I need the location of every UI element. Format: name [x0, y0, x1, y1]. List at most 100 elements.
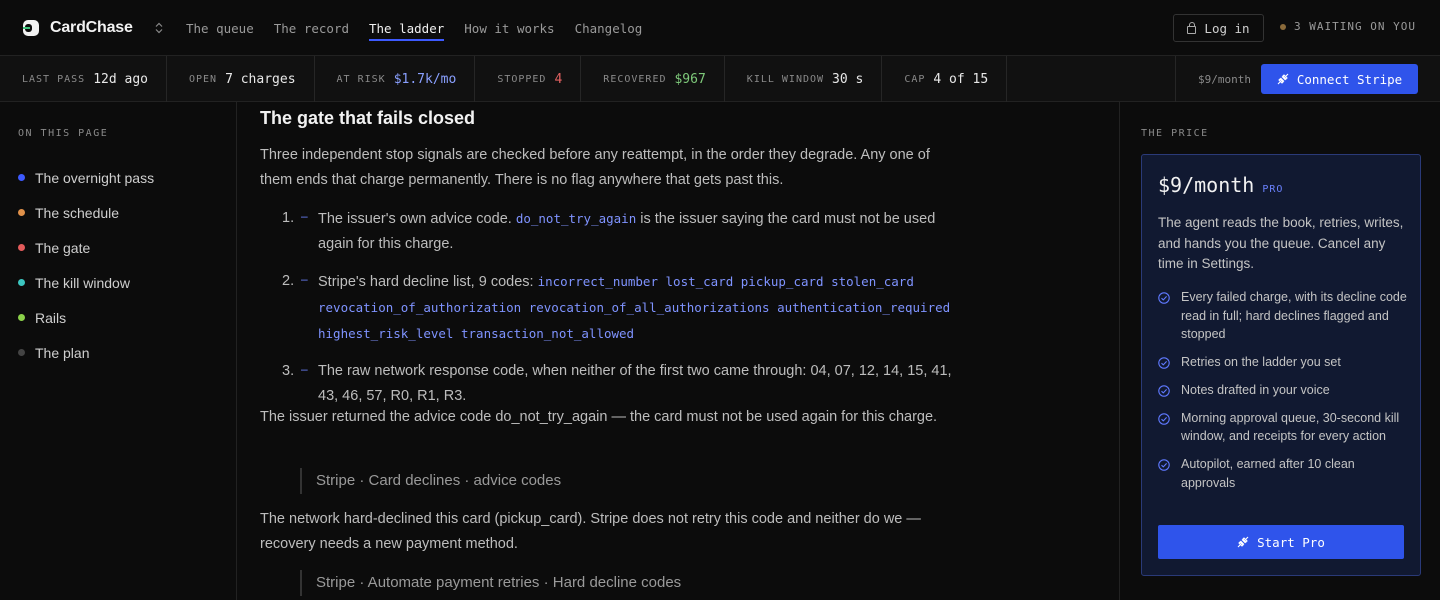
toc-dot-icon — [18, 244, 25, 251]
brand[interactable]: CardChase — [22, 16, 163, 40]
nav-link-how-it-works[interactable]: How it works — [464, 0, 554, 56]
stat-label: STOPPED — [497, 73, 547, 85]
stat-label: AT RISK — [336, 73, 386, 85]
list-item: 1. – The issuer's own advice code. do_no… — [260, 206, 960, 257]
toc-item-label: The gate — [35, 239, 91, 256]
list-text: Stripe's hard decline list, 9 codes: — [318, 274, 538, 290]
cardchase-logo-icon — [22, 19, 40, 37]
stat-label: KILL WINDOW — [746, 73, 825, 85]
stat-cap: CAP 4 of 15 — [882, 56, 1008, 102]
tier-badge: PRO — [1262, 184, 1284, 195]
toc-sidebar: ON THIS PAGE The overnight pass The sche… — [0, 102, 237, 600]
toc-item-plan[interactable]: The plan — [18, 335, 154, 370]
stat-value: 12d ago — [93, 71, 148, 87]
list-number: 2. — [282, 273, 295, 289]
check-circle-icon — [1158, 412, 1170, 425]
check-circle-icon — [1158, 356, 1170, 369]
stat-label: LAST PASS — [22, 73, 86, 85]
inline-code: do_not_try_again — [515, 211, 637, 226]
stat-open: OPEN 7 charges — [167, 56, 315, 102]
stat-value: 7 charges — [225, 71, 296, 87]
source-quote: Stripe · Automate payment retries · Hard… — [300, 570, 681, 596]
feature-item: Autopilot, earned after 10 clean approva… — [1158, 455, 1408, 492]
lock-icon — [1187, 21, 1197, 34]
toc-dot-icon — [18, 349, 25, 356]
toc-list: The overnight pass The schedule The gate… — [18, 160, 154, 370]
dash-icon: – — [301, 272, 308, 286]
nav-link-ladder[interactable]: The ladder — [369, 0, 445, 56]
price-card: $9/month PRO The agent reads the book, r… — [1141, 154, 1421, 576]
toc-item-gate[interactable]: The gate — [18, 230, 154, 265]
dash-icon: – — [301, 362, 308, 376]
advice-paragraph: The issuer returned the advice code do_n… — [260, 409, 938, 425]
stats-bar: LAST PASS 12d ago OPEN 7 charges AT RISK… — [0, 56, 1440, 102]
price-row: $9/month PRO — [1158, 173, 1283, 197]
toc-dot-icon — [18, 174, 25, 181]
section-heading: The gate that fails closed — [260, 108, 476, 128]
toc-item-kill-window[interactable]: The kill window — [18, 265, 154, 300]
status-dot-icon — [1280, 23, 1286, 30]
chevron-updown-icon[interactable] — [155, 22, 163, 34]
feature-list: Every failed charge, with its decline co… — [1158, 288, 1408, 501]
plug-icon — [1277, 73, 1289, 85]
dash-icon: – — [301, 209, 308, 223]
toc-item-label: The kill window — [35, 274, 130, 291]
stat-at-risk: AT RISK $1.7k/mo — [315, 56, 476, 102]
feature-text: Autopilot, earned after 10 clean approva… — [1181, 456, 1355, 490]
waiting-indicator[interactable]: 3 WAITING ON YOU — [1280, 20, 1416, 33]
toc-item-label: Rails — [35, 309, 67, 326]
stat-value: $967 — [674, 71, 706, 87]
toc-item-label: The plan — [35, 344, 90, 361]
feature-item: Morning approval queue, 30-second kill w… — [1158, 409, 1408, 446]
login-label: Log in — [1204, 20, 1250, 36]
stat-value: 30 s — [832, 71, 864, 87]
toc-item-schedule[interactable]: The schedule — [18, 195, 154, 230]
feature-text: Every failed charge, with its decline co… — [1181, 290, 1407, 342]
stat-label: OPEN — [188, 73, 218, 85]
source-quote: Stripe · Card declines · advice codes — [300, 468, 561, 494]
nav-link-queue[interactable]: The queue — [186, 0, 254, 56]
check-circle-icon — [1158, 291, 1170, 304]
start-pro-button[interactable]: Start Pro — [1158, 525, 1404, 559]
stats-actions: $9/month Connect Stripe — [1175, 56, 1440, 102]
stat-recovered: RECOVERED $967 — [581, 56, 725, 102]
stat-label: RECOVERED — [603, 73, 667, 85]
list-number: 3. — [282, 363, 295, 379]
nav-link-changelog[interactable]: Changelog — [575, 0, 643, 56]
waiting-label: 3 WAITING ON YOU — [1294, 20, 1416, 33]
feature-item: Retries on the ladder you set — [1158, 353, 1408, 372]
list-text: The raw network response code, when neit… — [318, 363, 952, 404]
start-pro-label: Start Pro — [1257, 534, 1325, 550]
intro-paragraph: Three independent stop signals are check… — [260, 147, 930, 188]
nav-link-record[interactable]: The record — [274, 0, 349, 56]
price-description: The agent reads the book, retries, write… — [1158, 215, 1404, 271]
price-value: $9/month — [1158, 173, 1255, 197]
toc-dot-icon — [18, 279, 25, 286]
stat-last-pass: LAST PASS 12d ago — [0, 56, 167, 102]
price-panel: THE PRICE $9/month PRO The agent reads t… — [1119, 102, 1440, 600]
check-circle-icon — [1158, 384, 1170, 397]
brand-name: CardChase — [50, 19, 133, 36]
connect-stripe-label: Connect Stripe — [1296, 71, 1403, 87]
stat-kill-window: KILL WINDOW 30 s — [725, 56, 883, 102]
stop-signal-list: 1. – The issuer's own advice code. do_no… — [260, 206, 960, 421]
stat-label: CAP — [904, 73, 926, 85]
toc-dot-icon — [18, 209, 25, 216]
list-text: The issuer's own advice code. — [318, 211, 516, 227]
feature-text: Retries on the ladder you set — [1181, 355, 1341, 370]
login-button[interactable]: Log in — [1173, 14, 1264, 42]
connect-stripe-button[interactable]: Connect Stripe — [1261, 64, 1418, 94]
stat-value: 4 of 15 — [933, 71, 989, 87]
feature-item: Every failed charge, with its decline co… — [1158, 288, 1408, 344]
stat-value: 4 — [554, 71, 563, 87]
check-circle-icon — [1158, 458, 1170, 471]
toc-item-overnight-pass[interactable]: The overnight pass — [18, 160, 154, 195]
toc-dot-icon — [18, 314, 25, 321]
top-nav: CardChase The queue The record The ladde… — [0, 0, 1440, 56]
stat-value: $1.7k/mo — [393, 71, 457, 87]
toc-item-rails[interactable]: Rails — [18, 300, 154, 335]
toc-heading: ON THIS PAGE — [18, 128, 109, 139]
toc-item-label: The overnight pass — [35, 169, 155, 186]
network-paragraph: The network hard-declined this card (pic… — [260, 511, 921, 552]
feature-item: Notes drafted in your voice — [1158, 381, 1408, 400]
